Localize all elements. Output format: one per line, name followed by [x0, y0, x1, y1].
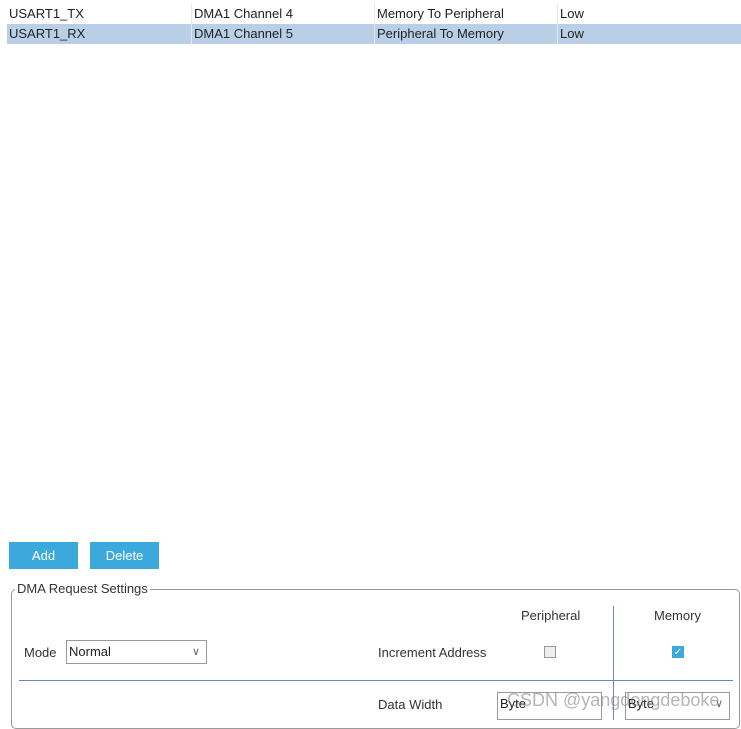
mode-select[interactable]: Normal ∨: [66, 640, 207, 664]
table-row-selected[interactable]: USART1_RX DMA1 Channel 5 Peripheral To M…: [7, 24, 741, 44]
cell-channel: DMA1 Channel 4: [191, 4, 374, 24]
table-row[interactable]: USART1_TX DMA1 Channel 4 Memory To Perip…: [7, 4, 741, 24]
cell-name: USART1_RX: [9, 26, 86, 41]
delete-button[interactable]: Delete: [90, 542, 159, 569]
memory-header: Memory: [654, 608, 701, 623]
peripheral-increment-checkbox[interactable]: [544, 646, 556, 658]
cell-channel: DMA1 Channel 5: [191, 24, 374, 44]
cell-direction: Memory To Peripheral: [374, 4, 557, 24]
peripheral-header: Peripheral: [521, 608, 581, 623]
group-legend: DMA Request Settings: [15, 581, 150, 596]
mode-label: Mode: [24, 645, 57, 660]
mode-value: Normal: [69, 644, 111, 659]
cell-priority: Low: [557, 24, 741, 44]
add-button[interactable]: Add: [9, 542, 78, 569]
chevron-down-icon: ∨: [191, 646, 200, 658]
cell-name: USART1_TX: [9, 6, 84, 21]
increment-address-label: Increment Address: [378, 645, 487, 660]
data-width-label: Data Width: [378, 697, 443, 712]
watermark: CSDN @yangdongdeboke: [507, 690, 720, 710]
check-icon: ✓: [673, 647, 683, 658]
memory-increment-checkbox[interactable]: ✓: [672, 646, 684, 658]
row-divider: [19, 680, 733, 681]
cell-direction: Peripheral To Memory: [374, 24, 557, 44]
cell-priority: Low: [557, 4, 741, 24]
